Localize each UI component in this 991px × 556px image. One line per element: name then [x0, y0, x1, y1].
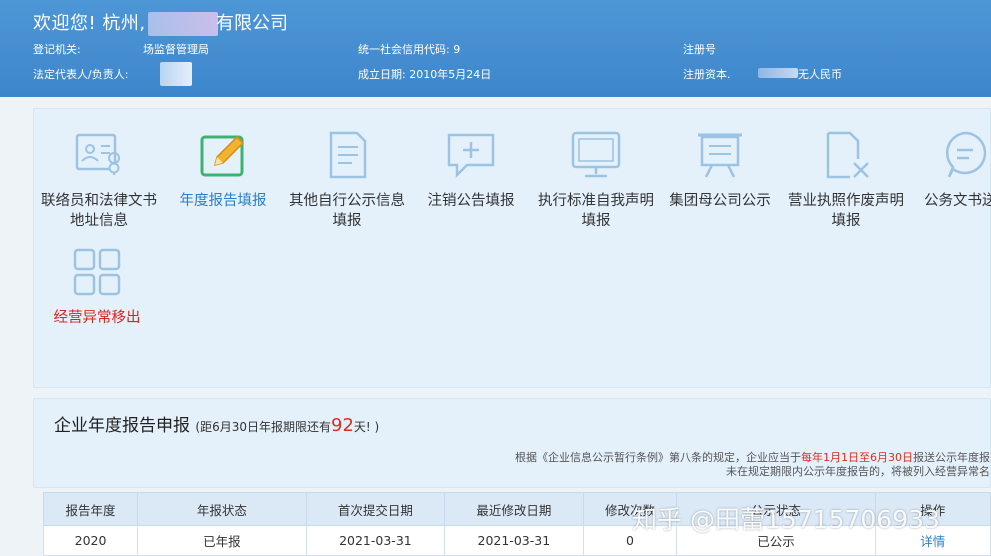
- tile-other-publicity[interactable]: 其他自行公示信息填报: [285, 129, 409, 231]
- tile-official-documents[interactable]: 公务文书送: [904, 129, 991, 211]
- registration-authority-value: 场监督管理局: [143, 43, 209, 56]
- welcome-text: 欢迎您! 杭州,: [33, 13, 146, 34]
- monitor-icon: [570, 129, 622, 181]
- tile-group-parent-publicity[interactable]: 集团母公司公示: [658, 129, 782, 211]
- cell-report-year: 2020: [42, 525, 139, 556]
- redacted-company-name: [148, 12, 218, 36]
- board-icon: [694, 129, 746, 181]
- report-heading: 企业年度报告申报: [54, 416, 190, 436]
- legal-representative-label: 法定代表人/负责人:: [33, 68, 129, 81]
- registration-authority-label: 登记机关:: [33, 43, 81, 56]
- column-header: 首次提交日期: [305, 492, 446, 526]
- tile-contact-legal-address[interactable]: 联络员和法律文书地址信息: [37, 129, 161, 231]
- tile-label: 年度报告填报: [179, 193, 267, 209]
- report-title: 企业年度报告申报 (距6月30日年报期限还有92天! ): [54, 411, 379, 436]
- countdown-suffix: 天! ): [353, 420, 380, 434]
- tile-license-void-declaration[interactable]: 营业执照作废声明填报: [784, 129, 908, 231]
- function-panel: 联络员和法律文书地址信息 年度报告填报 其他自行公示信息填报 注销公告填报 执行…: [33, 108, 991, 388]
- column-header: 最近修改日期: [444, 492, 584, 526]
- cell-first-submit-date: 2021-03-31: [305, 525, 446, 556]
- grid-icon: [71, 246, 123, 298]
- column-header: 报告年度: [42, 492, 139, 526]
- registered-capital-label: 注册资本.: [683, 68, 731, 81]
- chat-plus-icon: [445, 129, 497, 181]
- tile-standard-declaration[interactable]: 执行标准自我声明填报: [534, 129, 658, 231]
- message-bubble-icon: [939, 129, 991, 181]
- registered-capital-value: 无人民币: [798, 68, 842, 81]
- company-suffix: 有限公司: [216, 13, 288, 34]
- edit-pencil-icon: [197, 129, 249, 181]
- tile-deregistration-notice[interactable]: 注销公告填报: [409, 129, 533, 211]
- established-date: 成立日期: 2010年5月24日: [358, 68, 492, 81]
- tile-label: 注销公告填报: [427, 193, 515, 209]
- annual-report-section: 企业年度报告申报 (距6月30日年报期限还有92天! ) 根据《企业信息公示暂行…: [33, 398, 991, 488]
- watermark-text: 知乎 @田蕾15715706933: [632, 505, 940, 534]
- tile-label: 执行标准自我声明填报: [538, 193, 654, 229]
- enterprise-header: 欢迎您! 杭州, 有限公司 登记机关: 场监督管理局 统一社会信用代码: 9 注…: [0, 0, 991, 97]
- details-link[interactable]: 详情: [920, 534, 945, 549]
- tile-label: 集团母公司公示: [669, 193, 771, 209]
- document-icon: [321, 129, 373, 181]
- contact-card-icon: [73, 129, 125, 181]
- tile-remove-abnormal-operation[interactable]: 经营异常移出: [35, 246, 159, 328]
- redacted-capital: [758, 68, 798, 78]
- deadline-countdown: (距6月30日年报期限还有92天! ): [195, 415, 380, 436]
- tile-label: 经营异常移出: [53, 310, 141, 326]
- regulation-notice-line2: 未在规定期限内公示年度报告的，将被列入经营异常名: [726, 465, 990, 478]
- tile-annual-report[interactable]: 年度报告填报: [161, 129, 285, 211]
- days-remaining: 92: [331, 415, 354, 436]
- tile-label: 营业执照作废声明填报: [788, 193, 904, 229]
- redacted-legal-representative: [160, 62, 192, 86]
- column-header: 年报状态: [137, 492, 307, 526]
- cell-report-status: 已年报: [137, 525, 307, 556]
- file-x-icon: [820, 129, 872, 181]
- tile-label: 公务文书送: [924, 193, 991, 209]
- tile-label: 联络员和法律文书地址信息: [41, 193, 157, 229]
- cell-last-modified-date: 2021-03-31: [444, 525, 584, 556]
- credit-code-label: 统一社会信用代码: 9: [358, 43, 461, 56]
- countdown-prefix: (距6月30日年报期限还有: [195, 420, 331, 434]
- tile-label: 其他自行公示信息填报: [289, 193, 405, 229]
- registration-number-label: 注册号: [683, 43, 716, 56]
